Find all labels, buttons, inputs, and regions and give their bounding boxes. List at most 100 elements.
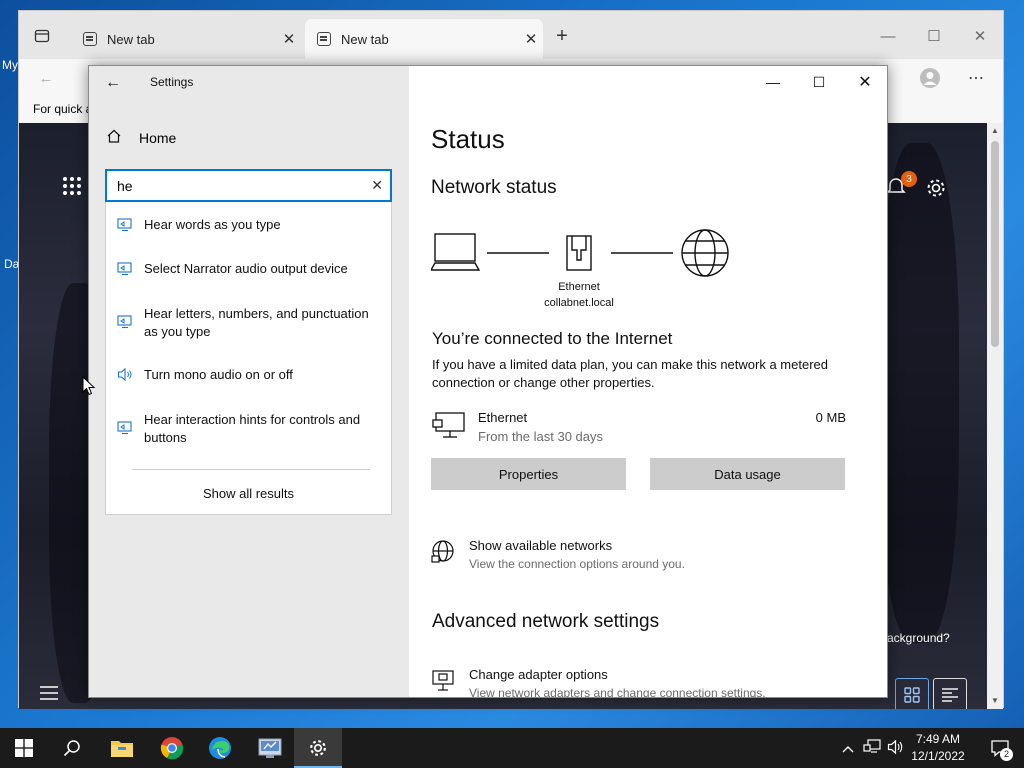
- minimize-icon[interactable]: —: [865, 21, 911, 51]
- sidebar-item-home[interactable]: Home: [105, 128, 176, 148]
- windows-logo-icon: [15, 739, 33, 757]
- ethernet-monitor-icon: [432, 411, 466, 444]
- adapter-options-description: View network adapters and change connect…: [469, 686, 766, 697]
- close-window-icon[interactable]: ✕: [957, 21, 1003, 51]
- desktop-icon-label-partial[interactable]: My: [2, 58, 18, 72]
- chrome-icon[interactable]: [148, 728, 196, 768]
- suggestion-item[interactable]: Hear letters, numbers, and punctuation a…: [106, 305, 391, 341]
- show-available-networks-link[interactable]: Show available networks View the connect…: [431, 538, 851, 578]
- search-suggestions-dropdown: Hear words as you type Select Narrator a…: [105, 202, 392, 515]
- network-tray-icon[interactable]: [860, 738, 884, 758]
- page-scrollbar[interactable]: ▲ ▼: [987, 123, 1003, 709]
- search-icon[interactable]: [48, 728, 96, 768]
- edge-icon[interactable]: [196, 728, 244, 768]
- back-arrow-icon[interactable]: ←: [99, 70, 127, 96]
- tab-actions-icon[interactable]: [29, 23, 55, 49]
- ethernet-usage-row: Ethernet From the last 30 days 0 MB: [432, 407, 846, 447]
- adapter-options-title[interactable]: Change adapter options: [469, 667, 608, 682]
- new-tab-page-icon: [83, 32, 97, 46]
- network-adapter-icon: [431, 669, 455, 697]
- clock-date: 12/1/2022: [911, 749, 965, 763]
- ethernet-subtitle: From the last 30 days: [478, 429, 603, 444]
- network-status-heading: Network status: [431, 177, 557, 198]
- back-icon[interactable]: ←: [33, 65, 59, 91]
- close-tab-icon[interactable]: ✕: [277, 30, 301, 48]
- favorites-bar-text: For quick a: [33, 102, 93, 116]
- background-tree-shape: [879, 143, 959, 643]
- new-tab-button[interactable]: +: [549, 23, 575, 49]
- data-used-value: 0 MB: [815, 410, 846, 425]
- suggestion-item[interactable]: Select Narrator audio output device: [106, 260, 391, 278]
- tab-title: New tab: [341, 31, 389, 47]
- mouse-cursor-icon: [82, 376, 96, 396]
- control-panel-icon[interactable]: [246, 728, 294, 768]
- ethernet-name: Ethernet: [478, 410, 528, 425]
- monitor-icon: [106, 216, 144, 234]
- speaker-icon: [106, 366, 144, 384]
- settings-search-box[interactable]: ✕: [105, 169, 392, 202]
- suggestion-item[interactable]: Hear words as you type: [106, 216, 391, 234]
- layout-list-view-button[interactable]: [933, 678, 967, 709]
- suggestion-label: Hear words as you type: [144, 217, 281, 232]
- data-usage-button[interactable]: Data usage: [650, 458, 845, 490]
- laptop-icon: [431, 233, 481, 271]
- suggestion-label: Hear interaction hints for controls and …: [144, 412, 361, 445]
- search-input[interactable]: [117, 176, 357, 196]
- diagram-label-line2: collabnet.local: [544, 297, 614, 309]
- suggestion-label: Select Narrator audio output device: [144, 261, 348, 276]
- action-center-icon[interactable]: 2: [976, 728, 1024, 768]
- settings-window: ← Settings Home ✕ Hear words as you type: [88, 65, 888, 698]
- suggestion-label: Hear letters, numbers, and punctuation a…: [144, 306, 369, 339]
- suggestion-item[interactable]: Turn mono audio on or off: [106, 366, 391, 384]
- more-options-icon[interactable]: ⋯: [963, 65, 989, 91]
- system-tray: [838, 728, 908, 768]
- show-networks-title[interactable]: Show available networks: [469, 538, 612, 553]
- taskbar: 7:49 AM 12/1/2022 2: [0, 728, 1024, 768]
- connected-description: If you have a limited data plan, you can…: [432, 357, 828, 390]
- chevron-up-icon[interactable]: [838, 741, 858, 756]
- tab-strip: New tab ✕ New tab ✕ + — ☐ ✕: [19, 11, 1003, 59]
- monitor-icon: [106, 260, 144, 278]
- close-tab-icon[interactable]: ✕: [519, 30, 543, 48]
- file-explorer-icon[interactable]: [98, 728, 146, 768]
- page-title: Status: [431, 124, 505, 154]
- settings-sidebar: ← Settings Home ✕ Hear words as you type: [89, 66, 409, 697]
- taskbar-clock[interactable]: 7:49 AM 12/1/2022: [906, 731, 970, 765]
- advanced-network-settings-heading: Advanced network settings: [432, 611, 660, 632]
- ethernet-port-icon: [566, 235, 592, 271]
- notification-badge: 3: [901, 171, 917, 187]
- settings-app-icon[interactable]: [294, 728, 342, 768]
- app-title: Settings: [150, 75, 194, 89]
- scroll-up-arrow-icon[interactable]: ▲: [987, 123, 1003, 139]
- home-label: Home: [139, 130, 177, 146]
- profile-avatar[interactable]: [917, 65, 943, 91]
- suggestion-label: Turn mono audio on or off: [144, 367, 293, 382]
- globe-icon: [681, 229, 729, 277]
- suggestion-item[interactable]: Hear interaction hints for controls and …: [106, 411, 391, 447]
- suggestions-divider: [132, 469, 370, 470]
- scrollbar-thumb[interactable]: [991, 141, 999, 347]
- monitor-icon: [106, 305, 144, 341]
- start-button[interactable]: [0, 728, 48, 768]
- hamburger-menu-icon[interactable]: [37, 681, 61, 705]
- monitor-icon: [106, 411, 144, 447]
- diagram-label-line1: Ethernet: [558, 281, 600, 293]
- change-adapter-options-link[interactable]: Change adapter options View network adap…: [431, 667, 851, 697]
- maximize-icon[interactable]: ☐: [911, 21, 957, 51]
- tab-new-tab-1[interactable]: New tab ✕: [71, 19, 301, 59]
- page-settings-gear-icon[interactable]: [923, 175, 949, 201]
- clear-search-icon[interactable]: ✕: [371, 177, 383, 194]
- tab-new-tab-2[interactable]: New tab ✕: [305, 19, 543, 59]
- apps-grid-icon[interactable]: [59, 173, 85, 199]
- properties-button[interactable]: Properties: [431, 458, 626, 490]
- scroll-down-arrow-icon[interactable]: ▼: [987, 693, 1003, 709]
- clock-time: 7:49 AM: [915, 732, 961, 746]
- home-icon: [105, 128, 123, 148]
- show-all-results-link[interactable]: Show all results: [106, 486, 391, 501]
- settings-content: Status Network status Ethernet collabnet: [409, 66, 887, 697]
- layout-grid-view-button[interactable]: [895, 678, 929, 709]
- volume-icon[interactable]: [884, 739, 908, 758]
- connected-title: You’re connected to the Internet: [432, 329, 673, 348]
- new-tab-page-icon: [317, 32, 331, 46]
- show-networks-description: View the connection options around you.: [469, 557, 685, 571]
